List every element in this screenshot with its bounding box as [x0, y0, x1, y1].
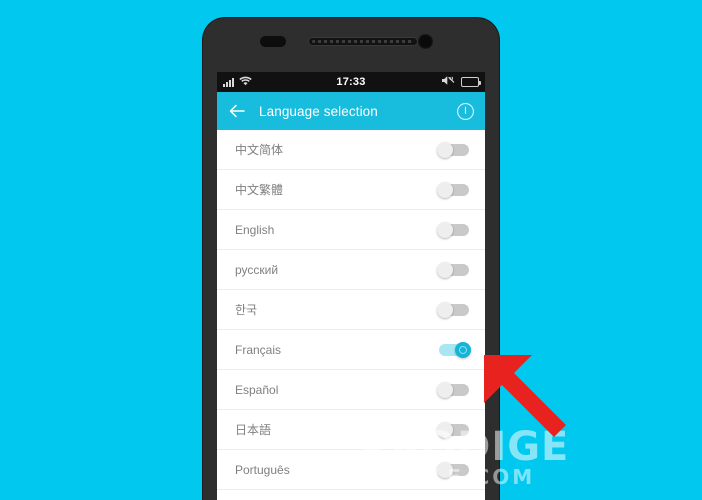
page-root: 17:33 Language selection 中文简体 中文繁體 Engli…: [0, 0, 702, 500]
earpiece-speaker-icon: [308, 37, 418, 46]
toggle-knob: [437, 141, 453, 158]
info-icon[interactable]: [456, 102, 475, 121]
language-label: 中文简体: [235, 143, 284, 157]
language-toggle[interactable]: [437, 261, 469, 278]
toggle-knob: [437, 181, 453, 198]
language-row[interactable]: Español: [217, 370, 485, 410]
language-row[interactable]: English: [217, 210, 485, 250]
app-header: Language selection: [217, 92, 485, 130]
phone-top-bezel: [203, 18, 499, 72]
language-label: русский: [235, 262, 279, 277]
toggle-knob: [437, 261, 453, 278]
language-label: Español: [235, 382, 279, 397]
language-toggle[interactable]: [437, 181, 469, 198]
proximity-sensor-icon: [260, 36, 286, 47]
toggle-knob: [437, 461, 453, 478]
language-row[interactable]: русский: [217, 250, 485, 290]
language-toggle[interactable]: [437, 381, 469, 398]
toggle-knob: [437, 301, 453, 318]
language-row[interactable]: 中文简体: [217, 130, 485, 170]
language-label: Français: [235, 342, 282, 357]
language-toggle[interactable]: [437, 141, 469, 158]
language-toggle[interactable]: [439, 341, 471, 358]
signal-bars-icon: [223, 77, 234, 87]
wifi-icon: [239, 73, 252, 91]
phone-device: 17:33 Language selection 中文简体 中文繁體 Engli…: [203, 18, 499, 500]
language-row[interactable]: 한국: [217, 290, 485, 330]
mute-icon: [441, 73, 456, 91]
language-toggle[interactable]: [437, 221, 469, 238]
language-label: 中文繁體: [235, 183, 284, 197]
toggle-knob: [437, 421, 453, 438]
language-label: Português: [235, 462, 290, 477]
language-toggle[interactable]: [437, 461, 469, 478]
toggle-knob: [437, 381, 453, 398]
language-label: 한국: [235, 303, 258, 317]
back-arrow-icon[interactable]: [227, 101, 247, 121]
language-list[interactable]: 中文简体中文繁體 English русский 한국 Français Español 日…: [217, 130, 485, 500]
status-bar-right: [441, 73, 481, 91]
language-row[interactable]: Português: [217, 450, 485, 490]
language-row[interactable]: 日本語: [217, 410, 485, 450]
toggle-knob: [455, 341, 471, 358]
page-title: Language selection: [259, 103, 378, 119]
language-row[interactable]: Français: [217, 330, 485, 370]
language-label: 日本語: [235, 423, 272, 437]
status-bar-left: [223, 73, 252, 91]
language-toggle[interactable]: [437, 301, 469, 318]
language-row[interactable]: 中文繁體: [217, 170, 485, 210]
toggle-knob: [437, 221, 453, 238]
phone-screen: 17:33 Language selection 中文简体 中文繁體 Engli…: [217, 72, 485, 500]
earpiece-grille: [312, 40, 414, 43]
language-toggle[interactable]: [437, 421, 469, 438]
language-label: English: [235, 222, 275, 237]
status-bar: 17:33: [217, 72, 485, 92]
front-camera-icon: [418, 34, 433, 49]
battery-icon: [461, 77, 481, 87]
